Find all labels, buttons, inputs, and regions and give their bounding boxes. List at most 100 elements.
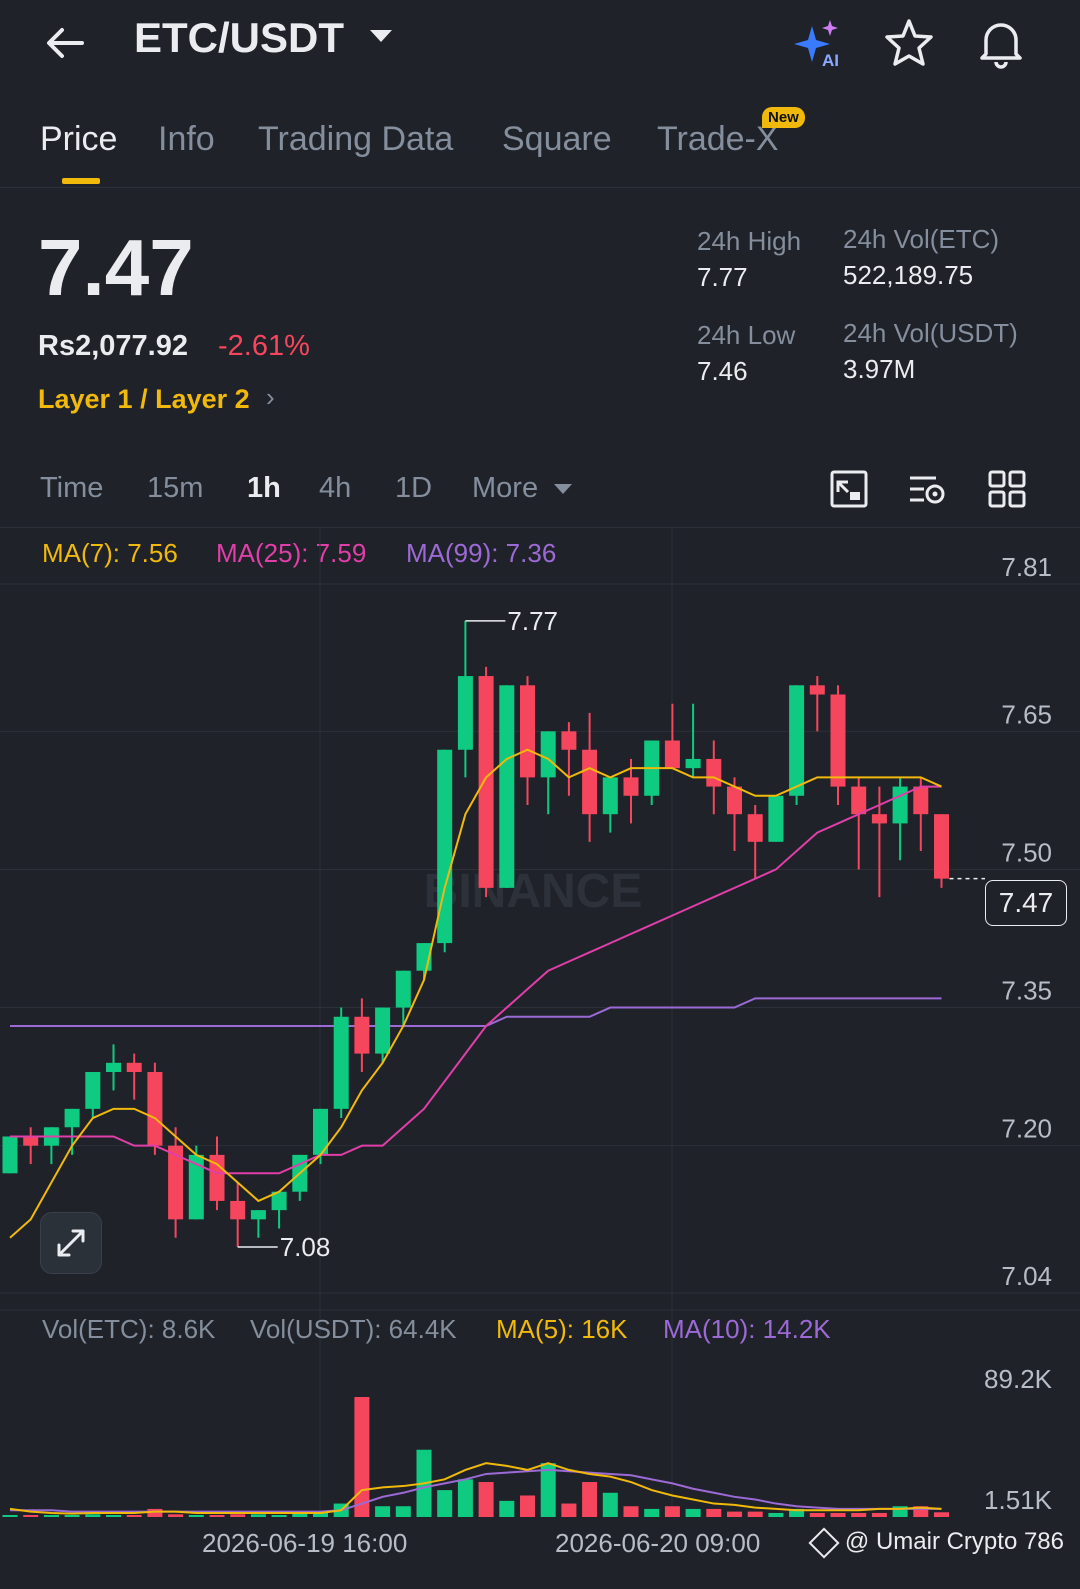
- volume-bar: [126, 1514, 142, 1517]
- ai-label: AI: [822, 51, 839, 70]
- tf-time[interactable]: Time: [40, 472, 103, 505]
- volume-bar: [499, 1500, 515, 1517]
- ma7-line: [9, 748, 942, 1239]
- volume-bar: [582, 1482, 598, 1517]
- star-icon[interactable]: [882, 16, 936, 70]
- volume-bar: [664, 1506, 680, 1517]
- tf-15m[interactable]: 15m: [147, 472, 203, 505]
- tab-trade-x[interactable]: Trade-X: [657, 120, 779, 159]
- vol-etc-value: 522,189.75: [843, 260, 974, 290]
- candle-body: [582, 749, 598, 815]
- candle-body: [851, 786, 867, 815]
- volume-bar: [395, 1506, 411, 1517]
- candle-body: [478, 676, 494, 888]
- category-tag[interactable]: Layer 1 / Layer 2: [38, 384, 250, 415]
- low-label: 24h Low: [697, 320, 796, 350]
- price-change: -2.61%: [218, 330, 310, 362]
- candle-body: [106, 1062, 121, 1073]
- volume-bar: [685, 1508, 701, 1517]
- tab-price[interactable]: Price: [40, 120, 117, 159]
- volume-axis-tick: 89.2K: [984, 1364, 1053, 1394]
- volume-bar: [809, 1512, 825, 1517]
- more-caret-icon[interactable]: [554, 484, 572, 494]
- volume-bar: [851, 1512, 867, 1517]
- candle-body: [23, 1136, 39, 1146]
- volume-bar: [188, 1514, 204, 1517]
- ma99-polyline: [10, 997, 942, 1027]
- candle-body: [727, 786, 742, 815]
- candle-body: [499, 685, 515, 888]
- indicator-settings-icon[interactable]: [906, 468, 948, 510]
- high-marker-label: 7.77: [507, 606, 558, 636]
- tab-info[interactable]: Info: [158, 120, 215, 159]
- volume-bar: [540, 1463, 556, 1517]
- candle-body: [395, 970, 411, 1008]
- volume-bar: [64, 1514, 80, 1517]
- dropdown-caret-icon[interactable]: [370, 30, 392, 42]
- current-price-label: 7.47: [985, 880, 1067, 926]
- candle-body: [2, 1136, 18, 1174]
- volume-bar: [106, 1514, 121, 1517]
- volume-bar: [727, 1511, 742, 1517]
- candle-body: [664, 740, 680, 769]
- bell-icon[interactable]: [974, 16, 1028, 70]
- candle-body: [706, 758, 722, 787]
- binance-logo-icon: [808, 1527, 840, 1559]
- fullscreen-button[interactable]: [40, 1212, 102, 1274]
- vol-usdt-value: 3.97M: [843, 354, 916, 384]
- tf-1d[interactable]: 1D: [395, 472, 432, 505]
- new-badge: New: [762, 107, 805, 128]
- chevron-right-icon[interactable]: ›: [266, 382, 275, 413]
- price-axis-tick: 7.35: [1001, 976, 1052, 1006]
- price-axis-tick: 7.50: [1001, 837, 1052, 867]
- price-chart[interactable]: BINANCE 7.81 7.65 7.50 7.35 7.20 7.04 7.77 7.0…: [0, 527, 1080, 1547]
- volume-bar: [520, 1495, 535, 1517]
- volume-bar: [437, 1490, 453, 1517]
- candles: [2, 620, 949, 1247]
- candle-body: [747, 814, 763, 842]
- volume-bar: [354, 1397, 370, 1517]
- price-axis-tick: 7.20: [1001, 1114, 1052, 1144]
- candle-body: [685, 758, 701, 769]
- candle-body: [85, 1072, 101, 1109]
- ai-sparkle-icon[interactable]: AI: [790, 16, 844, 70]
- volume-bar: [85, 1514, 101, 1517]
- pair-selector[interactable]: ETC/USDT: [134, 14, 344, 62]
- expand-icon: [57, 1229, 85, 1257]
- price-axis-tick: 7.81: [1001, 552, 1052, 582]
- candle-body: [623, 777, 639, 796]
- tf-1h[interactable]: 1h: [247, 472, 281, 505]
- candle-body: [126, 1062, 142, 1073]
- candle-body: [809, 685, 825, 695]
- volume-bar: [561, 1503, 577, 1517]
- volume-bar: [706, 1508, 722, 1517]
- tf-more[interactable]: More: [472, 472, 538, 505]
- credit-text: @ Umair Crypto 786: [844, 1528, 1064, 1555]
- tf-4h[interactable]: 4h: [319, 472, 351, 505]
- high-value: 7.77: [697, 262, 748, 292]
- vol-ma10-legend: MA(10): 14.2K: [663, 1314, 831, 1344]
- candle-body: [375, 1007, 391, 1054]
- candle-body: [871, 814, 887, 824]
- volume-bar: [747, 1511, 763, 1517]
- vol-usdt-label: 24h Vol(USDT): [843, 318, 1018, 348]
- candle-body: [354, 1016, 370, 1054]
- volume-bars: [2, 1397, 949, 1517]
- vol-ma10-polyline: [10, 1468, 942, 1513]
- price-axis-tick: 7.04: [1001, 1261, 1052, 1291]
- volume-axis-tick: 1.51K: [984, 1485, 1053, 1515]
- volume-bar: [250, 1514, 266, 1517]
- layout-grid-icon[interactable]: [986, 468, 1028, 510]
- back-arrow-icon[interactable]: [40, 18, 90, 68]
- tab-square[interactable]: Square: [502, 120, 612, 159]
- price-axis-tick: 7.65: [1001, 699, 1052, 729]
- binance-watermark: BINANCE: [424, 865, 643, 918]
- time-axis-label-2: 2026-06-20 09:00: [555, 1528, 761, 1558]
- tab-trading-data[interactable]: Trading Data: [258, 120, 453, 159]
- chart-settings-icon[interactable]: [828, 468, 870, 510]
- volume-bar: [43, 1514, 59, 1517]
- candle-body: [333, 1016, 349, 1109]
- volume-bar: [271, 1514, 287, 1517]
- low-value: 7.46: [697, 356, 748, 386]
- fiat-price: Rs2,077.92: [38, 330, 188, 362]
